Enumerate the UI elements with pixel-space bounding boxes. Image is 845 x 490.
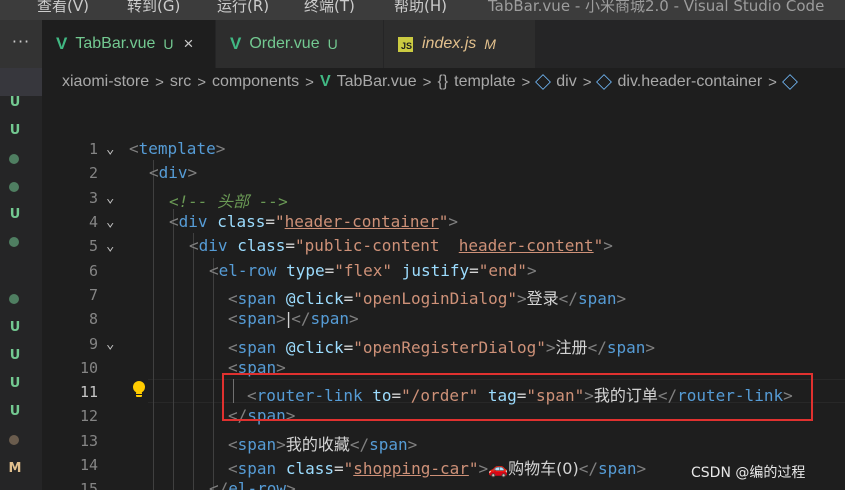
highlight-annotation-box xyxy=(222,373,813,421)
breadcrumb: xiaomi-store > src > components > V TabBar.v… xyxy=(42,68,845,96)
breadcrumb-item[interactable]: div xyxy=(556,73,576,91)
editor-tab-bar: ··· V TabBar.vue U × V Order.vue U JS in… xyxy=(0,20,845,68)
explorer-sidebar: U U U U U U U M xyxy=(0,68,42,490)
code-line: <span @click="openLoginDialog">登录</span> xyxy=(228,289,627,308)
modified-badge: M xyxy=(484,36,496,52)
js-file-icon: JS xyxy=(398,36,413,52)
menu-terminal[interactable]: 终端(T) xyxy=(304,0,355,16)
explorer-selected-row[interactable] xyxy=(0,68,42,96)
vue-file-icon: V xyxy=(319,73,331,90)
explorer-badge[interactable]: U xyxy=(0,404,30,419)
tab-index-js[interactable]: JS index.js M xyxy=(384,20,536,68)
code-line: <div class="public-content header-conten… xyxy=(189,236,613,255)
modified-dot-icon[interactable] xyxy=(9,182,19,192)
explorer-badge[interactable]: U xyxy=(0,376,30,391)
line-number: 13 xyxy=(79,432,98,450)
line-number-current: 11 xyxy=(79,383,98,401)
breadcrumb-item[interactable]: src xyxy=(170,73,191,91)
more-actions-icon[interactable]: ··· xyxy=(0,20,42,68)
menu-run[interactable]: 运行(R) xyxy=(217,0,269,16)
menu-goto[interactable]: 转到(G) xyxy=(127,0,180,16)
code-line: <!-- 头部 --> xyxy=(169,192,288,211)
chevron-right-icon: > xyxy=(521,73,531,91)
modified-dot-icon[interactable] xyxy=(9,435,19,445)
chevron-right-icon: > xyxy=(422,73,432,91)
lightbulb-icon[interactable] xyxy=(132,380,146,399)
line-number: 2 xyxy=(88,164,98,182)
code-line: <span>|</span> xyxy=(228,309,359,328)
line-number: 9 xyxy=(88,335,98,353)
chevron-down-icon[interactable]: ⌄ xyxy=(106,141,114,157)
chevron-right-icon: > xyxy=(155,73,164,91)
breadcrumb-item[interactable]: components xyxy=(212,73,299,91)
line-number: 10 xyxy=(79,359,98,377)
explorer-badge[interactable]: U xyxy=(0,348,30,363)
vue-file-icon: V xyxy=(56,34,68,53)
chevron-right-icon: > xyxy=(768,73,777,91)
breadcrumb-item[interactable]: xiaomi-store xyxy=(62,73,149,91)
code-line: <div> xyxy=(149,163,198,182)
tab-label: Order.vue xyxy=(249,35,320,52)
untracked-badge: U xyxy=(327,36,338,52)
code-line: <span @click="openRegisterDialog">注册</sp… xyxy=(228,338,655,357)
breadcrumb-item[interactable]: TabBar.vue xyxy=(337,73,417,91)
element-cube-icon xyxy=(782,74,798,90)
breadcrumb-item[interactable]: div.header-container xyxy=(617,73,762,91)
element-cube-icon xyxy=(535,74,552,90)
tab-label: TabBar.vue xyxy=(75,35,156,52)
chevron-down-icon[interactable]: ⌄ xyxy=(106,336,114,352)
code-editor[interactable]: 1 2 3 4 5 6 7 8 9 10 11 12 13 14 15 ⌄ ⌄ … xyxy=(42,96,845,490)
untracked-badge: U xyxy=(163,36,174,52)
modified-dot-icon[interactable] xyxy=(9,237,19,247)
modified-dot-icon[interactable] xyxy=(9,154,19,164)
indent-guide xyxy=(173,209,174,490)
line-number: 3 xyxy=(88,189,98,207)
tab-tabbar-vue[interactable]: V TabBar.vue U × xyxy=(42,20,216,68)
chevron-down-icon[interactable]: ⌄ xyxy=(106,190,114,206)
code-line: <template> xyxy=(129,139,226,158)
explorer-badge[interactable]: U xyxy=(0,207,30,222)
chevron-down-icon[interactable]: ⌄ xyxy=(106,238,114,254)
code-line: <div class="header-container"> xyxy=(169,212,459,231)
indent-guide xyxy=(153,160,154,490)
element-cube-icon xyxy=(596,74,613,90)
explorer-badge[interactable]: M xyxy=(0,461,30,476)
vue-file-icon: V xyxy=(230,34,242,53)
line-number: 8 xyxy=(88,310,98,328)
chevron-right-icon: > xyxy=(582,73,592,91)
code-line: <span>我的收藏</span> xyxy=(228,435,418,454)
explorer-badge[interactable]: U xyxy=(0,320,30,335)
tab-label: index.js xyxy=(422,35,477,52)
tab-order-vue[interactable]: V Order.vue U xyxy=(216,20,384,68)
chevron-right-icon: > xyxy=(197,73,206,91)
line-number: 15 xyxy=(79,480,98,490)
code-line: </el-row> xyxy=(209,479,296,490)
code-line: <span class="shopping-car">🚗购物车(0)</span… xyxy=(228,459,647,478)
window-title: TabBar.vue - 小米商城2.0 - Visual Studio Cod… xyxy=(488,0,825,15)
chevron-right-icon: > xyxy=(305,73,314,91)
breadcrumb-item[interactable]: template xyxy=(454,73,515,91)
menu-help[interactable]: 帮助(H) xyxy=(394,0,447,16)
line-number: 6 xyxy=(88,262,98,280)
line-number: 4 xyxy=(88,213,98,231)
chevron-down-icon[interactable]: ⌄ xyxy=(106,214,114,230)
close-icon[interactable]: × xyxy=(184,34,194,54)
line-number: 14 xyxy=(79,456,98,474)
indent-guide xyxy=(193,233,194,490)
braces-icon: {} xyxy=(437,73,449,90)
line-number: 5 xyxy=(88,237,98,255)
modified-dot-icon[interactable] xyxy=(9,294,19,304)
code-line: <el-row type="flex" justify="end"> xyxy=(209,261,537,280)
line-number: 1 xyxy=(88,140,98,158)
line-number: 12 xyxy=(79,407,98,425)
indent-guide xyxy=(213,258,214,490)
line-number: 7 xyxy=(88,286,98,304)
explorer-badge[interactable]: U xyxy=(0,123,30,138)
menu-view[interactable]: 查看(V) xyxy=(37,0,89,16)
menu-bar: 查看(V) 转到(G) 运行(R) 终端(T) 帮助(H) TabBar.vue… xyxy=(0,0,845,20)
csdn-watermark: CSDN @编的过程 xyxy=(691,465,806,481)
explorer-badge[interactable]: U xyxy=(0,95,30,110)
